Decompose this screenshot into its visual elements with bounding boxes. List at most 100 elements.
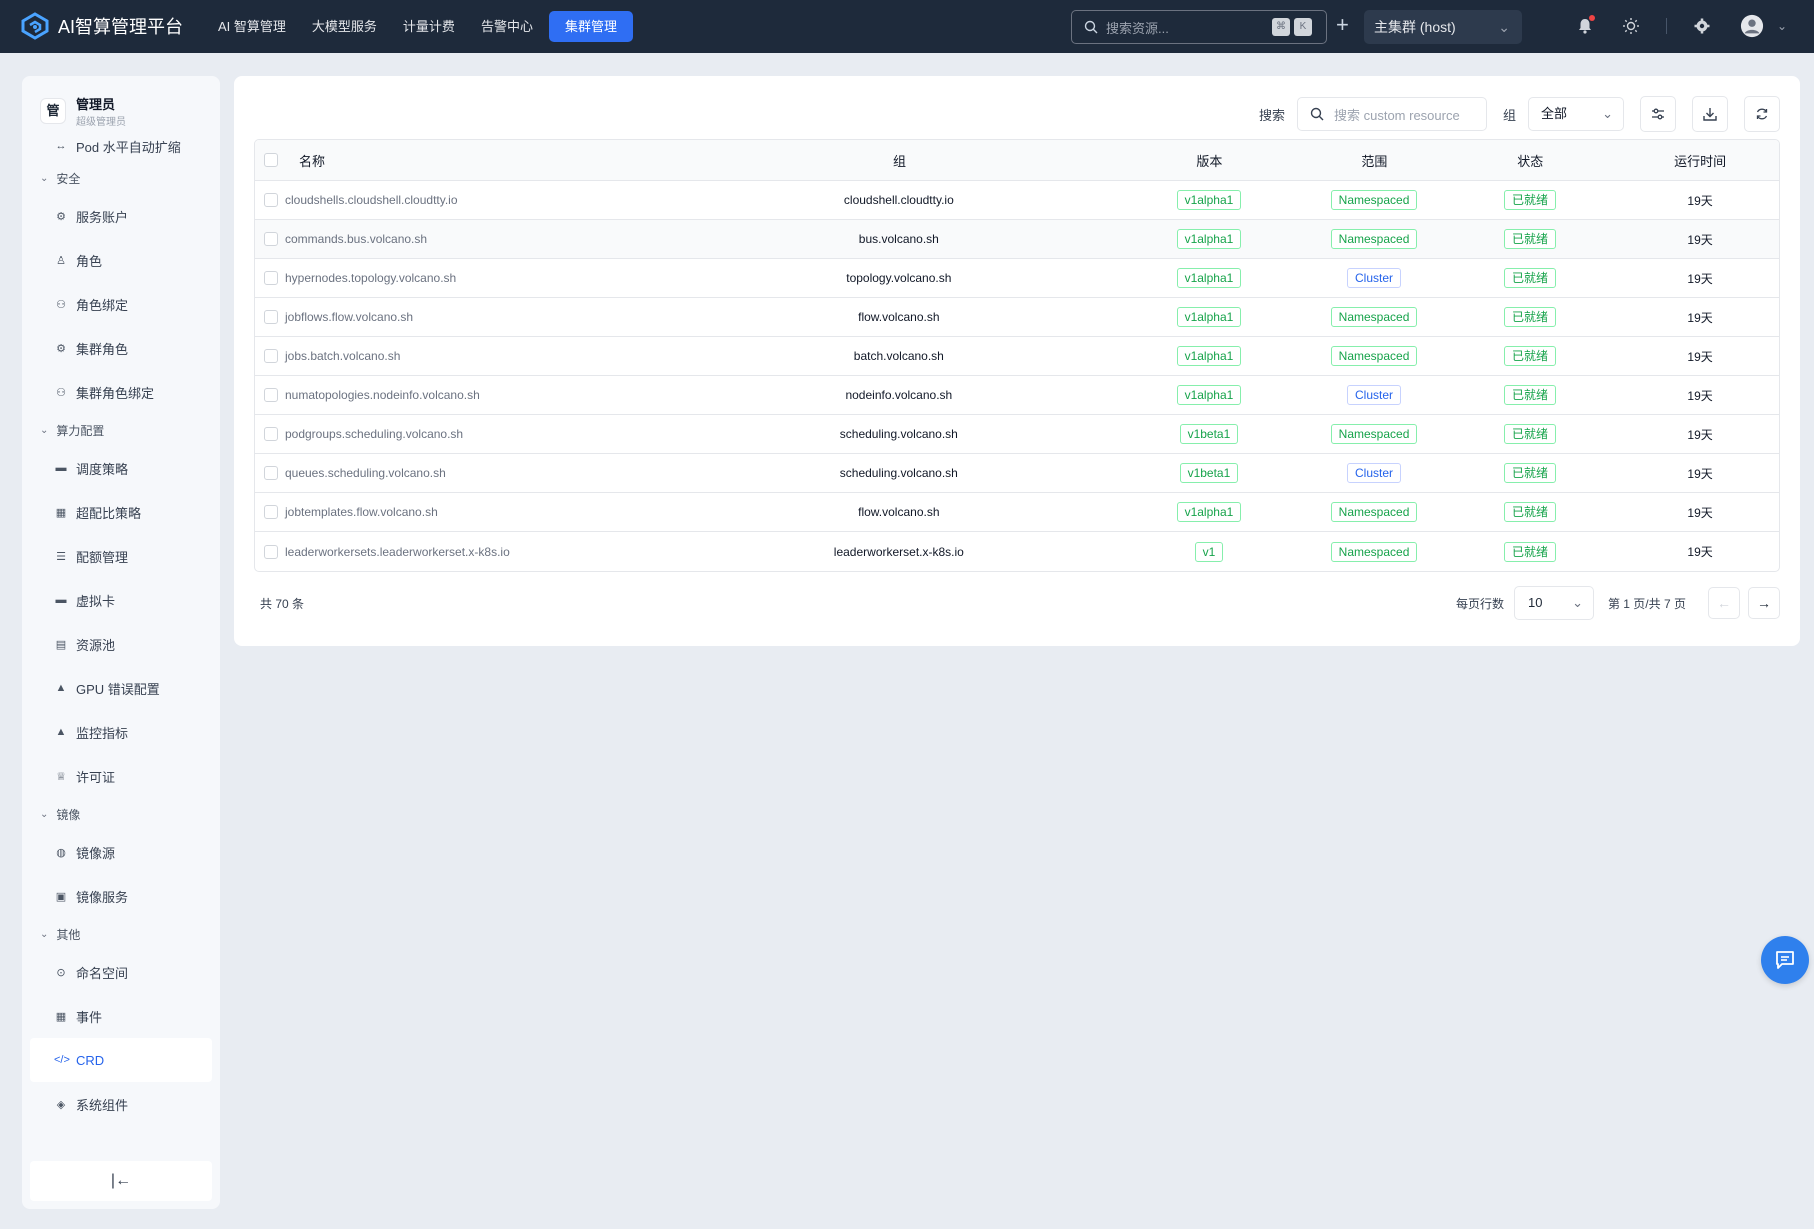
row-checkbox[interactable] bbox=[264, 427, 278, 441]
crd-age: 19天 bbox=[1687, 310, 1713, 325]
chevron-down-icon: ⌄ bbox=[1498, 19, 1510, 35]
download-button[interactable] bbox=[1692, 96, 1728, 132]
sidebar-item-events[interactable]: ▦ 事件 bbox=[22, 994, 220, 1038]
table-row[interactable]: jobflows.flow.volcano.sh flow.volcano.sh v… bbox=[255, 298, 1779, 337]
row-checkbox[interactable] bbox=[264, 505, 278, 519]
row-checkbox[interactable] bbox=[264, 310, 278, 324]
sidebar-item-gpu-error-config[interactable]: ▲ GPU 错误配置 bbox=[22, 666, 220, 710]
status-badge: 已就绪 bbox=[1503, 424, 1556, 444]
sidebar-item-resource-pool[interactable]: ▤ 资源池 bbox=[22, 622, 220, 666]
sidebar-section-images[interactable]: ⌄ 镜像 bbox=[22, 798, 220, 830]
sidebar-item-hpa[interactable]: ↔ Pod 水平自动扩缩 bbox=[22, 134, 220, 158]
sidebar-section-other[interactable]: ⌄ 其他 bbox=[22, 918, 220, 950]
sidebar-item-image-source[interactable]: ◍ 镜像源 bbox=[22, 830, 220, 874]
nav-llm-service[interactable]: 大模型服务 bbox=[302, 11, 387, 42]
page-info: 第 1 页/共 7 页 bbox=[1607, 596, 1686, 611]
sidebar-item-virtual-card[interactable]: ▬ 虚拟卡 bbox=[22, 578, 220, 622]
main-nav: AI 智算管理 大模型服务 计量计费 告警中心 集群管理 bbox=[208, 11, 639, 42]
chat-assistant-button[interactable] bbox=[1761, 936, 1809, 984]
nav-alerts[interactable]: 告警中心 bbox=[471, 11, 543, 42]
row-checkbox[interactable] bbox=[264, 544, 278, 559]
theme-toggle-sun-icon[interactable] bbox=[1619, 14, 1643, 38]
rows-per-page-select[interactable]: 10 ⌄ bbox=[1513, 586, 1594, 620]
header-scope[interactable]: 范围 bbox=[1310, 151, 1439, 170]
table-row[interactable]: podgroups.scheduling.volcano.sh schedulin… bbox=[255, 415, 1779, 454]
row-checkbox[interactable] bbox=[264, 271, 278, 285]
table-row[interactable]: cloudshells.cloudshell.cloudtty.io clouds… bbox=[255, 181, 1779, 220]
sidebar-item-system-components[interactable]: ◈ 系统组件 bbox=[22, 1082, 220, 1126]
resource-search-input[interactable]: 搜索 custom resource bbox=[1296, 97, 1487, 131]
crd-name[interactable]: commands.bus.volcano.sh bbox=[285, 232, 689, 246]
filter-settings-button[interactable] bbox=[1640, 96, 1676, 132]
add-icon[interactable]: + bbox=[1336, 12, 1349, 38]
sidebar-item-scheduling-policy[interactable]: ▬ 调度策略 bbox=[22, 446, 220, 490]
table-row[interactable]: numatopologies.nodeinfo.volcano.sh nodein… bbox=[255, 376, 1779, 415]
header-age[interactable]: 运行时间 bbox=[1621, 151, 1779, 170]
sidebar-item-crd[interactable]: </> CRD bbox=[30, 1038, 212, 1082]
cluster-selector[interactable]: 主集群 (host) ⌄ bbox=[1364, 10, 1522, 44]
crd-name[interactable]: hypernodes.topology.volcano.sh bbox=[285, 271, 689, 285]
nav-cluster-management[interactable]: 集群管理 bbox=[548, 11, 633, 42]
version-badge: v1alpha1 bbox=[1176, 385, 1242, 405]
crd-name[interactable]: podgroups.scheduling.volcano.sh bbox=[285, 427, 689, 441]
app-logo[interactable]: AI智算管理平台 bbox=[20, 12, 183, 40]
header-group[interactable]: 组 bbox=[690, 151, 1109, 170]
status-badge: 已就绪 bbox=[1503, 268, 1556, 288]
user-menu-chevron-icon[interactable]: ⌄ bbox=[1770, 14, 1794, 38]
next-page-button[interactable]: → bbox=[1748, 587, 1780, 619]
crd-name[interactable]: cloudshells.cloudshell.cloudtty.io bbox=[285, 193, 689, 207]
crd-group: scheduling.volcano.sh bbox=[839, 466, 958, 480]
sidebar-menu: ↔ Pod 水平自动扩缩 ⌄ 安全 ⚙ 服务账户 ♙ 角色 ⚇ 角色绑定 ⚙ 集群角色 ⚇ 集… bbox=[22, 140, 220, 1126]
user-avatar[interactable] bbox=[1739, 13, 1765, 39]
global-search-input[interactable]: 搜索资源... ⌘ K bbox=[1071, 10, 1327, 44]
table-row[interactable]: jobs.batch.volcano.sh batch.volcano.sh v1a… bbox=[255, 337, 1779, 376]
sidebar-item-namespaces[interactable]: ⊙ 命名空间 bbox=[22, 950, 220, 994]
nav-billing[interactable]: 计量计费 bbox=[393, 11, 465, 42]
sidebar-section-compute-config[interactable]: ⌄ 算力配置 bbox=[22, 414, 220, 446]
nav-ai-management[interactable]: AI 智算管理 bbox=[208, 11, 296, 42]
settings-gear-icon[interactable] bbox=[1690, 14, 1714, 38]
notifications-bell-icon[interactable] bbox=[1573, 14, 1597, 38]
sidebar-item-role-bindings[interactable]: ⚇ 角色绑定 bbox=[22, 282, 220, 326]
arrows-horizontal-icon: ↔ bbox=[55, 140, 67, 152]
header-name[interactable]: 名称 bbox=[285, 151, 690, 170]
crd-name[interactable]: jobflows.flow.volcano.sh bbox=[285, 310, 689, 324]
prev-page-button[interactable]: ← bbox=[1708, 587, 1740, 619]
crd-name[interactable]: queues.scheduling.volcano.sh bbox=[285, 466, 689, 480]
table-row[interactable]: hypernodes.topology.volcano.sh topology.v… bbox=[255, 259, 1779, 298]
sidebar-item-service-accounts[interactable]: ⚙ 服务账户 bbox=[22, 194, 220, 238]
rows-per-page-value: 10 bbox=[1527, 595, 1543, 610]
row-checkbox[interactable] bbox=[264, 193, 278, 207]
crd-group: scheduling.volcano.sh bbox=[839, 427, 958, 441]
sidebar-section-security[interactable]: ⌄ 安全 bbox=[22, 162, 220, 194]
sidebar-item-cluster-roles[interactable]: ⚙ 集群角色 bbox=[22, 326, 220, 370]
sidebar-item-license[interactable]: ♕ 许可证 bbox=[22, 754, 220, 798]
refresh-icon bbox=[1756, 108, 1768, 120]
header-status[interactable]: 状态 bbox=[1439, 151, 1621, 170]
crd-group: leaderworkerset.x-k8s.io bbox=[833, 544, 964, 559]
crd-name[interactable]: numatopologies.nodeinfo.volcano.sh bbox=[285, 388, 689, 402]
header-version[interactable]: 版本 bbox=[1109, 151, 1310, 170]
sidebar-item-cluster-role-bindings[interactable]: ⚇ 集群角色绑定 bbox=[22, 370, 220, 414]
table-footer: 共 70 条 每页行数 10 ⌄ 第 1 页/共 7 页 ← → bbox=[260, 586, 1780, 620]
row-checkbox[interactable] bbox=[264, 466, 278, 480]
sidebar-item-image-service[interactable]: ▣ 镜像服务 bbox=[22, 874, 220, 918]
sidebar-item-quota-management[interactable]: ☰ 配额管理 bbox=[22, 534, 220, 578]
sidebar-item-monitoring-metrics[interactable]: ▲ 监控指标 bbox=[22, 710, 220, 754]
crd-name[interactable]: jobtemplates.flow.volcano.sh bbox=[285, 505, 689, 519]
table-row[interactable]: commands.bus.volcano.sh bus.volcano.sh v1a… bbox=[255, 220, 1779, 259]
crd-name[interactable]: jobs.batch.volcano.sh bbox=[285, 349, 689, 363]
crd-name[interactable]: leaderworkersets.leaderworkerset.x-k8s.i… bbox=[285, 545, 689, 559]
row-checkbox[interactable] bbox=[264, 232, 278, 246]
table-row[interactable]: queues.scheduling.volcano.sh scheduling.v… bbox=[255, 454, 1779, 493]
sidebar-item-overcommit-policy[interactable]: ▦ 超配比策略 bbox=[22, 490, 220, 534]
sidebar-item-roles[interactable]: ♙ 角色 bbox=[22, 238, 220, 282]
table-row[interactable]: leaderworkersets.leaderworkerset.x-k8s.i… bbox=[255, 532, 1779, 571]
refresh-button[interactable] bbox=[1744, 96, 1780, 132]
select-all-checkbox[interactable] bbox=[264, 153, 278, 167]
group-filter-select[interactable]: 全部 ⌄ bbox=[1528, 97, 1624, 131]
sidebar-collapse-button[interactable]: |← bbox=[30, 1161, 212, 1201]
row-checkbox[interactable] bbox=[264, 388, 278, 402]
table-row[interactable]: jobtemplates.flow.volcano.sh flow.volcano… bbox=[255, 493, 1779, 532]
row-checkbox[interactable] bbox=[264, 349, 278, 363]
